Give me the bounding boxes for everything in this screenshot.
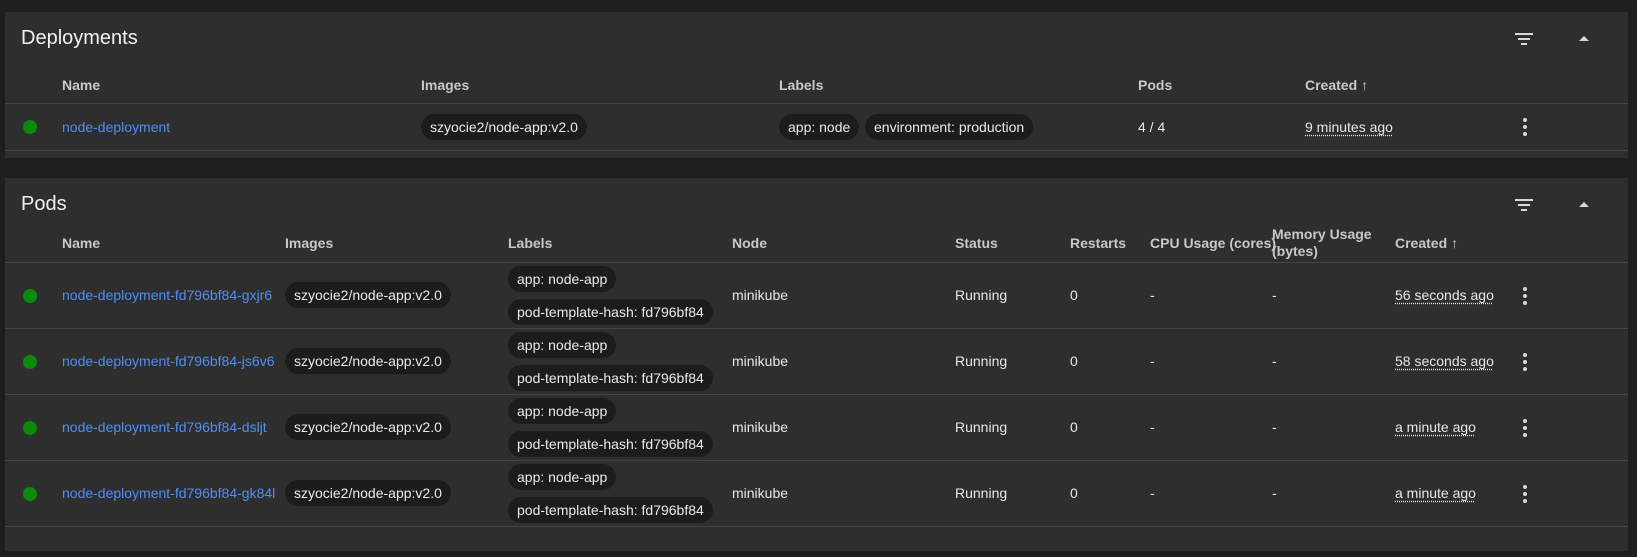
created-time: 58 seconds ago [1395,353,1494,369]
col-pods: Pods [1138,77,1173,93]
sort-arrow-icon: ↑ [1451,235,1459,251]
node-name: minikube [732,353,789,369]
col-created[interactable]: Created ↑ [1395,235,1458,252]
label-chip: environment: production [865,114,1034,140]
label-chip: app: node-app [508,332,617,358]
created-time: 56 seconds ago [1395,287,1494,303]
label-chip: app: node-app [508,266,617,292]
memory-usage: - [1272,287,1277,303]
deployments-title: Deployments [21,27,138,49]
node-name: minikube [732,485,789,501]
created-time: 9 minutes ago [1305,119,1393,135]
status-icon [23,487,37,501]
image-chip: szyocie2/node-app:v2.0 [285,480,451,506]
col-name[interactable]: Name [62,77,100,94]
col-labels: Labels [508,235,553,251]
more-vert-icon[interactable] [1513,416,1537,440]
node-name: minikube [732,419,789,435]
table-row: node-deployment-fd796bf84-js6v6 szyocie2/… [5,329,1628,395]
col-memory-line1: Memory Usage [1272,226,1372,242]
more-vert-icon[interactable] [1513,482,1537,506]
status-icon [23,289,37,303]
memory-usage: - [1272,485,1277,501]
chevron-up-icon[interactable] [1572,193,1596,217]
col-images: Images [421,77,470,93]
label-chip: pod-template-hash: fd796bf84 [508,431,713,457]
memory-usage: - [1272,419,1277,435]
status-icon [23,355,37,369]
col-created-label: Created [1395,235,1448,251]
col-cpu: CPU Usage (cores) [1150,235,1277,251]
node-name: minikube [732,287,789,303]
pods-count: 4 / 4 [1138,119,1166,135]
status-icon [23,421,37,435]
created-time: a minute ago [1395,485,1476,501]
col-created[interactable]: Created ↑ [1305,77,1368,94]
table-row: node-deployment-fd796bf84-dsljt szyocie2/… [5,395,1628,461]
deployments-table-header: Name Images Labels Pods Created ↑ [5,66,1628,104]
created-time: a minute ago [1395,419,1476,435]
image-chip: szyocie2/node-app:v2.0 [421,114,587,140]
chevron-up-icon[interactable] [1572,27,1596,51]
pod-status: Running [955,353,1008,369]
deployment-name-link[interactable]: node-deployment [62,119,170,135]
pod-name-link[interactable]: node-deployment-fd796bf84-dsljt [62,419,267,435]
label-chip: app: node-app [508,398,617,424]
cpu-usage: - [1150,353,1155,369]
col-memory: Memory Usage (bytes) [1272,226,1372,260]
cpu-usage: - [1150,419,1155,435]
pod-name-link[interactable]: node-deployment-fd796bf84-gk84l [62,485,275,501]
pods-card: Pods Name Images Labels Node Status Rest… [5,178,1628,551]
more-vert-icon[interactable] [1513,115,1537,139]
table-row: node-deployment-fd796bf84-gxjr6 szyocie2/… [5,263,1628,329]
col-name[interactable]: Name [62,235,100,252]
pod-name-link[interactable]: node-deployment-fd796bf84-js6v6 [62,353,274,369]
label-chip: pod-template-hash: fd796bf84 [508,299,713,325]
cpu-usage: - [1150,485,1155,501]
memory-usage: - [1272,353,1277,369]
image-chip: szyocie2/node-app:v2.0 [285,282,451,308]
restart-count: 0 [1070,485,1078,501]
more-vert-icon[interactable] [1513,284,1537,308]
col-labels: Labels [779,77,824,93]
restart-count: 0 [1070,287,1078,303]
col-images: Images [285,235,334,251]
more-vert-icon[interactable] [1513,350,1537,374]
label-chip: pod-template-hash: fd796bf84 [508,497,713,523]
label-chip: app: node-app [508,464,617,490]
deployments-header: Deployments [5,12,1628,66]
image-chip: szyocie2/node-app:v2.0 [285,348,451,374]
label-chip: app: node [779,114,860,140]
filter-icon[interactable] [1512,27,1536,51]
deployments-card: Deployments Name Images Labels Pods Crea… [5,12,1628,158]
table-row: node-deployment szyocie2/node-app:v2.0 app… [5,104,1628,151]
pod-name-link[interactable]: node-deployment-fd796bf84-gxjr6 [62,287,272,303]
pod-status: Running [955,419,1008,435]
col-node[interactable]: Node [732,235,767,252]
pods-table-header: Name Images Labels Node Status Restarts … [5,224,1628,263]
restart-count: 0 [1070,353,1078,369]
pod-status: Running [955,485,1008,501]
table-row: node-deployment-fd796bf84-gk84l szyocie2/… [5,461,1628,527]
label-chip: pod-template-hash: fd796bf84 [508,365,713,391]
cpu-usage: - [1150,287,1155,303]
sort-arrow-icon: ↑ [1361,77,1369,93]
pods-title: Pods [21,193,67,215]
filter-icon[interactable] [1512,193,1536,217]
col-status[interactable]: Status [955,235,998,252]
col-created-label: Created [1305,77,1358,93]
status-icon [23,120,37,134]
pod-status: Running [955,287,1008,303]
col-memory-line2: (bytes) [1272,243,1318,259]
restart-count: 0 [1070,419,1078,435]
col-restarts[interactable]: Restarts [1070,235,1126,252]
image-chip: szyocie2/node-app:v2.0 [285,414,451,440]
